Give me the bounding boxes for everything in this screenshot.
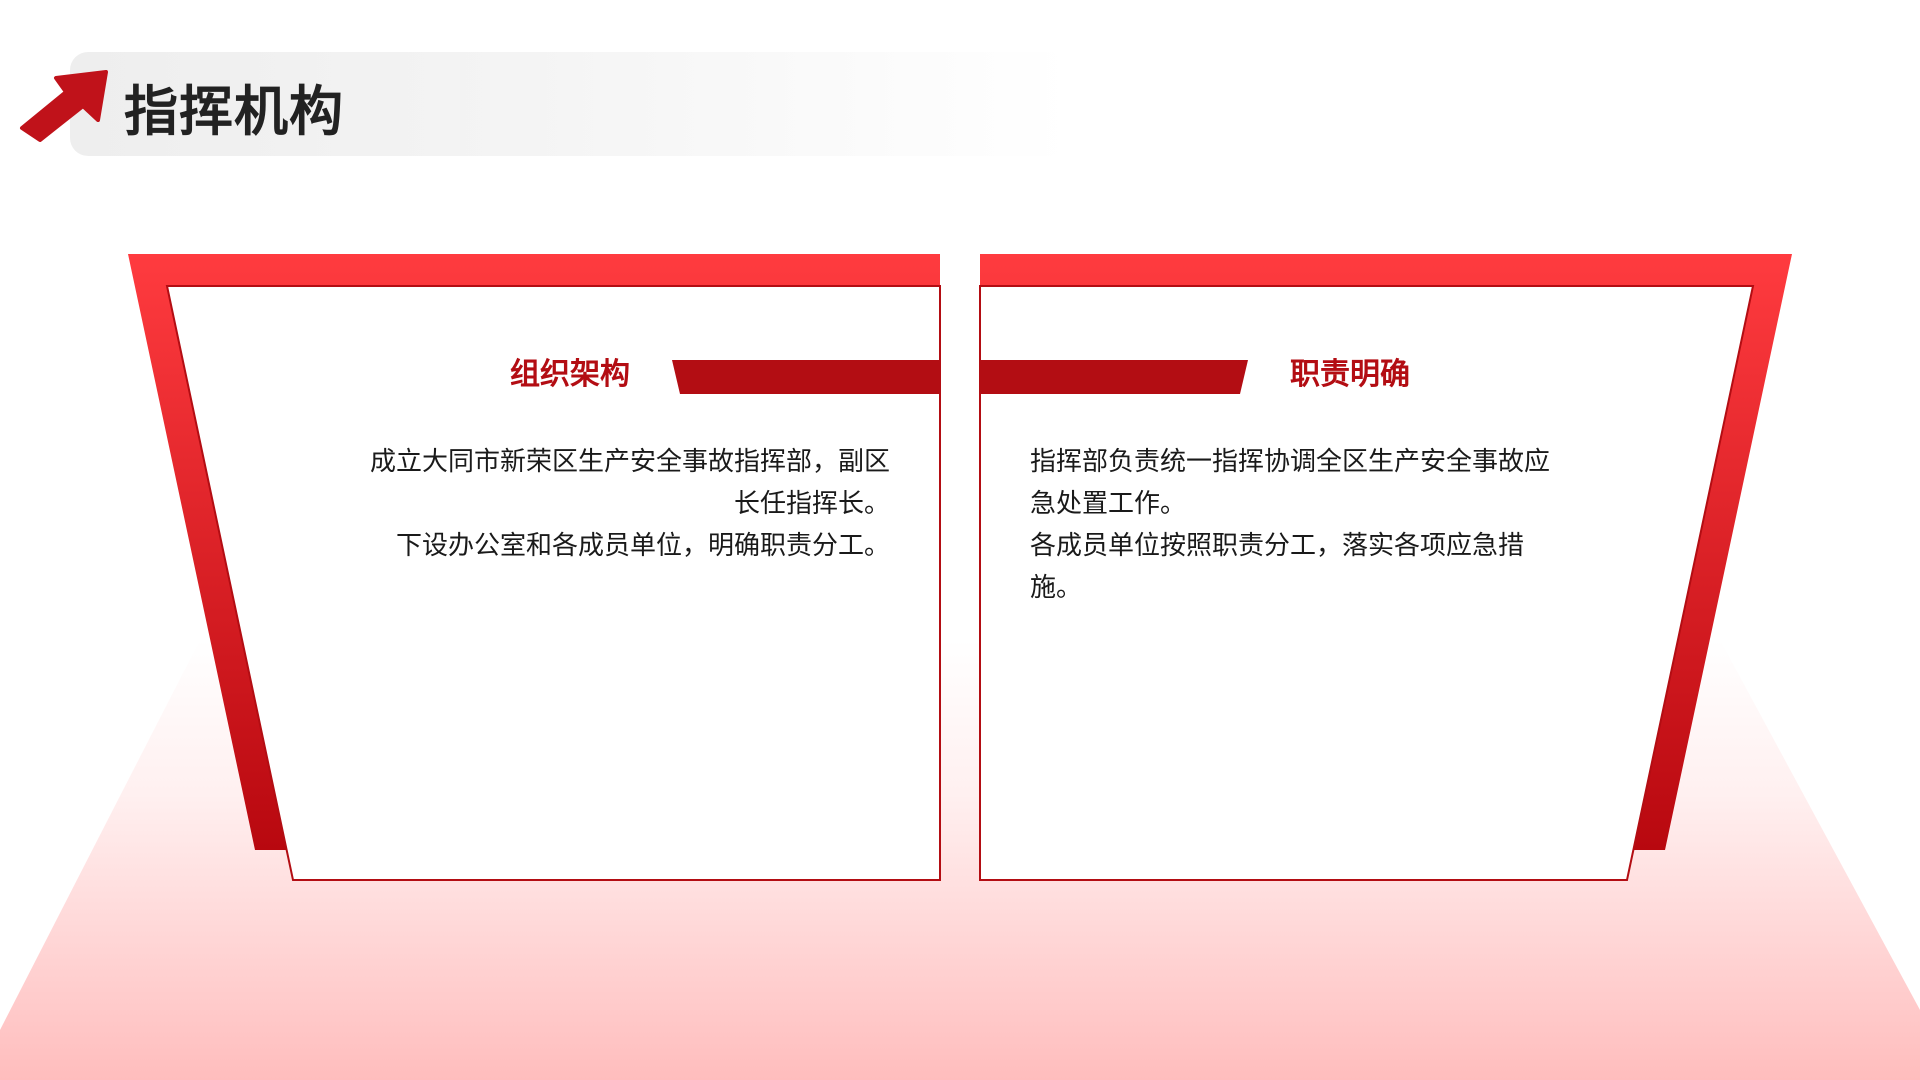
- card-right-line: 急处置工作。: [1030, 489, 1187, 519]
- card-right-heading: 职责明确: [1290, 357, 1410, 392]
- card-left-line: 下设办公室和各成员单位，明确职责分工。: [395, 531, 890, 561]
- card-left-heading: 组织架构: [510, 357, 630, 392]
- card-right-line: 各成员单位按照职责分工，落实各项应急措: [1030, 531, 1525, 561]
- card-right-body: 指挥部负责统一指挥协调全区生产安全事故应 急处置工作。 各成员单位按照职责分工，…: [1030, 441, 1610, 609]
- card-left-body: 成立大同市新荣区生产安全事故指挥部，副区 长任指挥长。 下设办公室和各成员单位，…: [320, 441, 890, 567]
- card-left-line: 长任指挥长。: [733, 489, 890, 519]
- slide: 指挥机构 组织架构 成立大同市新荣区生产安全事故指挥部，副区 长任指挥长。 下设…: [0, 0, 1920, 1080]
- card-right-line: 施。: [1030, 573, 1083, 603]
- card-left-line: 成立大同市新荣区生产安全事故指挥部，副区: [369, 447, 890, 477]
- cards-graphic: [128, 254, 1792, 881]
- card-left-frame: [128, 254, 941, 881]
- card-right-line: 指挥部负责统一指挥协调全区生产安全事故应: [1030, 447, 1551, 477]
